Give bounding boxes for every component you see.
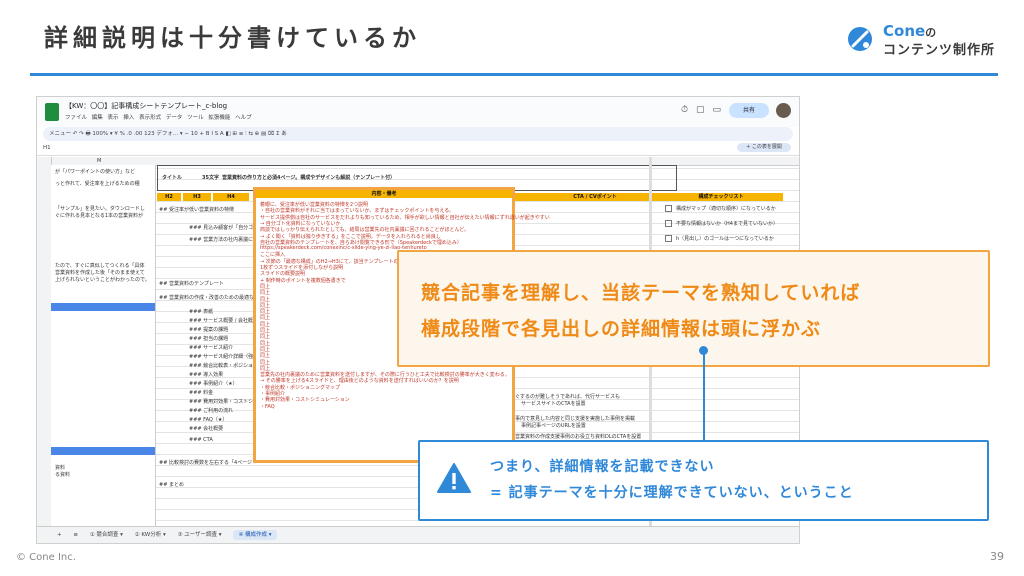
outline-row[interactable]: ## 受注率が低い営業資料の特徴	[159, 206, 234, 213]
menu-data[interactable]: データ	[166, 115, 183, 121]
logo-name: Coneの	[883, 22, 937, 40]
header-h4: H4	[213, 193, 249, 201]
title-label: タイトル	[162, 175, 183, 181]
outline-row[interactable]: ## 営業資料の作成・改善のための最適な構成	[159, 294, 264, 301]
add-sheet-tab[interactable]: +	[57, 532, 62, 538]
menu-extensions[interactable]: 拡張機能	[208, 115, 230, 121]
row-header	[37, 157, 52, 527]
header-notes: 内容・備考	[256, 190, 512, 198]
header-h2: H2	[157, 193, 181, 201]
outline-row[interactable]: ### 導入効果	[189, 371, 223, 378]
formula-bar: H1 + この表を展開	[37, 141, 799, 156]
cell-text: が「パワーポイントの使い方」など	[55, 169, 136, 175]
all-sheets-tab[interactable]: ≡	[73, 532, 78, 538]
tab-competitor[interactable]: ① 競合調査 ▾	[90, 532, 123, 538]
outline-row[interactable]: ### 会社概要	[189, 425, 223, 432]
avatar[interactable]	[776, 103, 791, 118]
brand-logo: Coneの コンテンツ制作所	[847, 22, 1007, 62]
cta-cell: 事内で意見した内容と同じ支援を実施した事例を掲載	[515, 416, 636, 422]
cell-text: 営業資料を作成した後「そのまま使えて	[55, 270, 145, 276]
tab-user-research[interactable]: ③ ユーザー調査 ▾	[177, 532, 221, 538]
checklist-item[interactable]: h（見出し）のゴールは一つになっているか	[665, 235, 774, 242]
outline-row[interactable]: ### 表紙	[189, 308, 213, 315]
expand-table-button[interactable]: + この表を展開	[737, 143, 791, 152]
outline-row[interactable]: ### サービス概要 / 会社概要	[189, 317, 258, 324]
cell-text: 資料	[55, 465, 66, 471]
selected-row[interactable]	[51, 303, 155, 311]
outline-row[interactable]: ### 事例紹介（★）	[189, 380, 238, 387]
callout-line-2: 構成段階で各見出しの詳細情報は頭に浮かぶ	[421, 318, 822, 340]
outline-row[interactable]: ### ご利用の流れ	[189, 407, 233, 414]
cell-text: る資料	[55, 472, 71, 478]
tab-kw-analysis[interactable]: ② KW分析 ▾	[135, 532, 166, 538]
copyright: © Cone Inc.	[16, 552, 76, 563]
share-button[interactable]: 共有	[729, 103, 769, 118]
outline-row[interactable]: ### 料金	[189, 389, 213, 396]
header-h3: H3	[183, 193, 211, 201]
insight-callout: 競合記事を理解し、当該テーマを熟知していれば 構成段階で各見出しの詳細情報は頭に…	[397, 250, 990, 367]
cell-reference[interactable]: H1	[43, 145, 51, 151]
outline-row[interactable]: ### 担当の課題	[189, 335, 228, 342]
logo-subtitle: コンテンツ制作所	[883, 43, 996, 58]
tab-structure[interactable]: ④ 構成作成 ▾	[233, 530, 277, 540]
outline-row[interactable]: ## まとめ	[159, 481, 184, 488]
cell-text: ぐに作れる見本となる1本の営業資料が	[55, 213, 144, 219]
outline-row[interactable]: ### 提案の課題	[189, 326, 228, 333]
header-icons[interactable]: ⏱▢▭	[681, 105, 729, 115]
column-label: M	[97, 158, 102, 164]
menu-format[interactable]: 表示形式	[139, 115, 161, 121]
sheets-app-icon	[45, 103, 59, 121]
menu-view[interactable]: 表示	[108, 115, 119, 121]
connector-dot	[699, 346, 708, 355]
slide-title: 詳細説明は十分書けているか	[44, 24, 421, 52]
menu-file[interactable]: ファイル	[65, 115, 87, 121]
menu-tools[interactable]: ツール	[187, 115, 204, 121]
outline-row[interactable]: ## 比較検討の費数を左右する「4ページ	[159, 459, 252, 466]
cell-text: 「サンプル」を見たい。ダウンロードし	[55, 206, 145, 212]
note-line: ・FAQ	[260, 403, 275, 410]
conclusion-callout: つまり、詳細情報を記載できない = 記事テーマを十分に理解できていない、というこ…	[418, 440, 989, 521]
note-line: + 制作時のポイントを複数個各書きで	[260, 277, 346, 284]
document-title[interactable]: 【KW：〇〇】記事構成シートテンプレート_c-blog	[65, 101, 227, 111]
conclusion-line-2: = 記事テーマを十分に理解できていない、ということ	[490, 485, 854, 501]
callout-connector	[703, 352, 705, 442]
sheet-document-header: 【KW：〇〇】記事構成シートテンプレート_c-blog ファイル 編集 表示 挿…	[37, 97, 799, 127]
conclusion-line-1: つまり、詳細情報を記載できない	[490, 459, 715, 475]
menu-edit[interactable]: 編集	[92, 115, 103, 121]
cell-text: っと作れて、受注率を上げるための種	[55, 181, 140, 187]
cta-cell: 営業資料の作成支援事例のお役立ち資料DLのCTAを設置	[515, 434, 642, 440]
cone-logo-icon	[848, 27, 872, 51]
header-checklist: 構成チェックリスト	[659, 193, 783, 201]
cta-cell: 事例記事ページのURLを設置	[521, 423, 586, 429]
checklist-item[interactable]: 不要な情報はないか（H4まで見ていないか）	[665, 220, 778, 227]
warning-icon	[437, 463, 471, 493]
callout-line-1: 競合記事を理解し、当該テーマを熟知していれば	[421, 282, 861, 304]
menu-help[interactable]: ヘルプ	[235, 115, 252, 121]
outline-row[interactable]: ### FAQ（★）	[189, 416, 227, 423]
outline-row[interactable]: ## 営業資料のテンプレート	[159, 280, 224, 287]
column-m-content: が「パワーポイントの使い方」など っと作れて、受注率を上げるための種 「サンプル…	[51, 165, 156, 527]
selected-row[interactable]	[51, 447, 155, 455]
title-text: 営業資料の作り方と必須4ページ。構成やデザインも解説（テンプレート付）	[222, 175, 396, 181]
menu-insert[interactable]: 挿入	[123, 115, 134, 121]
outline-row[interactable]: ### CTA	[189, 437, 213, 443]
sheet-toolbar[interactable]: メニュー ↶ ↷ 🖶 100% ▾ ¥ % .0 .00 123 デフォ... …	[43, 127, 793, 141]
cell-text: 上げられないということがわかったので。	[55, 277, 150, 283]
outline-row[interactable]: ### サービス紹介	[189, 344, 233, 351]
cta-cell: ぐするのが難しそうであれば、代行サービスも	[515, 394, 620, 400]
title-char-count: 35文字	[202, 175, 219, 181]
checklist-item[interactable]: 構成がマップ（適切な順序）になっているか	[665, 205, 776, 212]
sheet-tabs: + ≡ ① 競合調査 ▾ ② KW分析 ▾ ③ ユーザー調査 ▾ ④ 構成作成 …	[37, 526, 799, 543]
menu-bar: ファイル 編集 表示 挿入 表示形式 データ ツール 拡張機能 ヘルプ	[65, 113, 252, 121]
title-underline	[30, 73, 998, 76]
page-number: 39	[990, 550, 1004, 563]
cta-cell: サービスサイトのCTAを設置	[521, 401, 586, 407]
cell-text: たので、すぐに真似してつくれる「具体	[55, 263, 145, 269]
